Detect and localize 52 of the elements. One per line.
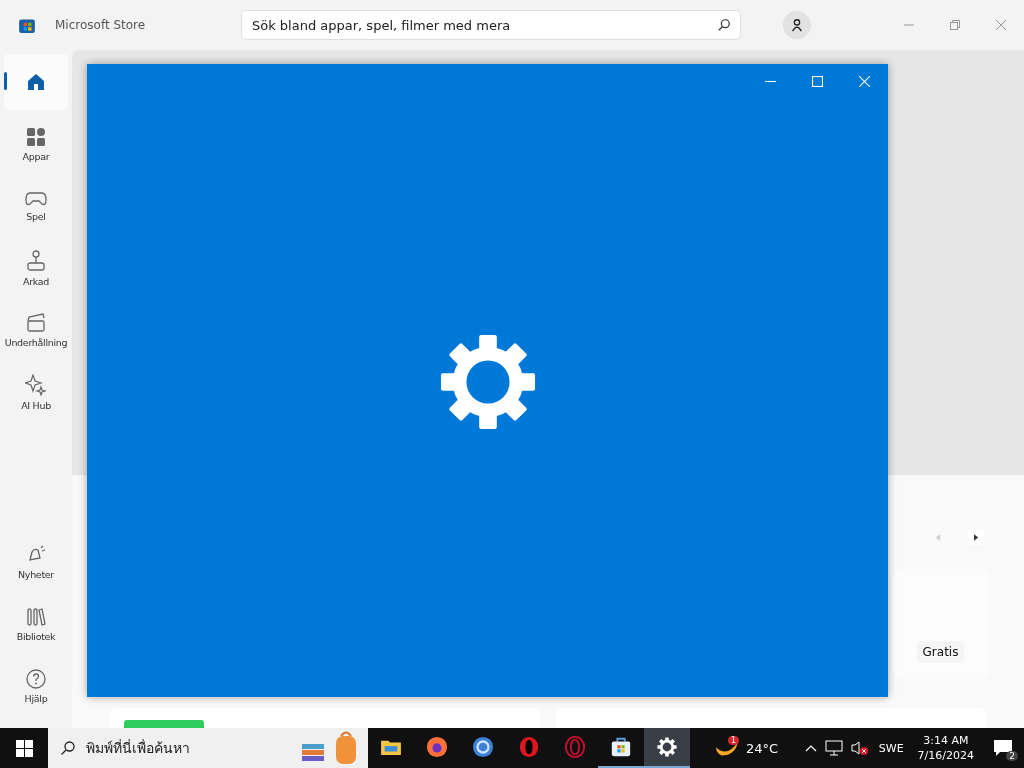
network-icon[interactable]: [824, 740, 843, 756]
nav-item[interactable]: Spel: [4, 178, 68, 234]
folder-icon: [380, 738, 402, 756]
search-icon[interactable]: [717, 18, 731, 32]
language-indicator[interactable]: SWE: [878, 741, 904, 755]
nav-item[interactable]: AI Hub: [4, 364, 68, 420]
nav-item[interactable]: Underhållning: [4, 302, 68, 358]
chevron-up-icon[interactable]: [804, 744, 817, 752]
taskbar-app-button[interactable]: [644, 728, 690, 768]
caret-right-icon: [973, 533, 979, 541]
apps-icon: [26, 126, 46, 147]
letter-o-icon: [564, 736, 586, 758]
window-title: Microsoft Store: [55, 18, 147, 32]
next-button[interactable]: [968, 529, 984, 545]
account-button[interactable]: [783, 11, 811, 39]
close-icon[interactable]: [996, 20, 1006, 30]
notification-badge: 1: [728, 735, 740, 745]
maximize-icon[interactable]: [812, 76, 823, 87]
windows-icon: [15, 739, 33, 757]
restore-icon[interactable]: [950, 20, 960, 30]
search-field[interactable]: Sök bland appar, spel, filmer med mera: [241, 10, 741, 40]
fox-globe-icon: [426, 736, 448, 758]
caret-left-icon: [935, 533, 941, 541]
nav-item[interactable]: Arkad: [4, 240, 68, 296]
joystick-icon: [26, 249, 46, 272]
nav-item[interactable]: Nyheter: [4, 534, 68, 590]
clock[interactable]: 3:14 AM 7/16/2024: [917, 733, 974, 763]
clapperboard-icon: [26, 312, 46, 333]
letter-o-icon: [518, 736, 540, 758]
message-icon: [993, 739, 1013, 757]
gear-icon: [438, 333, 537, 431]
sparkle-icon: [25, 373, 47, 396]
help-icon: [26, 668, 46, 689]
nav-item[interactable]: Appar: [4, 116, 68, 172]
temperature-text: 24°C: [746, 740, 779, 756]
price-button[interactable]: Gratis: [916, 641, 965, 663]
search-icon: [60, 740, 76, 756]
person-icon: [790, 18, 804, 32]
nav-item[interactable]: Bibliotek: [4, 596, 68, 652]
taskbar-search-field[interactable]: พิมพ์ที่นี่เพื่อค้นหา: [48, 728, 368, 768]
nav-item[interactable]: [4, 54, 68, 110]
shopping-bag-icon: [610, 736, 632, 758]
books-icon: [26, 606, 46, 627]
ring-icon: [472, 736, 494, 758]
gamepad-icon: [25, 190, 47, 207]
nav-item[interactable]: Hjälp: [4, 658, 68, 714]
notification-count: 2: [1006, 751, 1018, 761]
muted-speaker-icon[interactable]: [850, 740, 869, 756]
home-icon: [26, 72, 46, 92]
gear-icon: [657, 737, 677, 757]
notifications-button[interactable]: 2: [988, 733, 1018, 763]
store-logo-icon: [18, 16, 36, 34]
